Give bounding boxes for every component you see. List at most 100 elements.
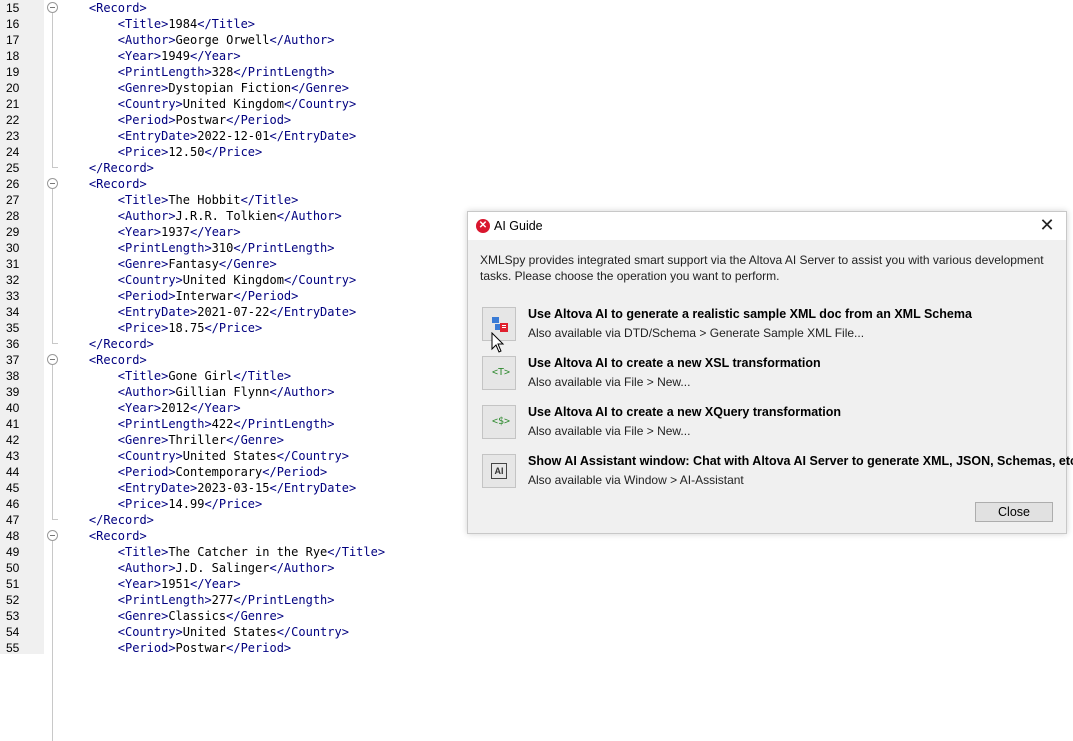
code-line[interactable]: 15 <Record> [0, 0, 1073, 16]
line-number: 42 [6, 433, 20, 447]
xml-value: The Catcher in the Rye [168, 545, 328, 559]
code-text: <Author>Gillian Flynn</Author> [118, 384, 335, 400]
line-number: 38 [6, 369, 20, 383]
code-line[interactable]: 19 <PrintLength>328</PrintLength> [0, 64, 1073, 80]
code-text: <Title>Gone Girl</Title> [118, 368, 291, 384]
code-line[interactable]: 27 <Title>The Hobbit</Title> [0, 192, 1073, 208]
op-ai-assistant[interactable]: AI Show AI Assistant window: Chat with A… [482, 454, 1073, 492]
xml-tag: </PrintLength> [233, 417, 335, 431]
xml-tag: </Genre> [226, 609, 284, 623]
code-line[interactable]: 51 <Year>1951</Year> [0, 576, 1073, 592]
xml-tag: <Country> [117, 625, 183, 639]
code-line[interactable]: 50 <Author>J.D. Salinger</Author> [0, 560, 1073, 576]
xml-tag: </Author> [269, 33, 335, 47]
code-text: <Genre>Classics</Genre> [118, 608, 284, 624]
xml-tag: </Author> [269, 385, 335, 399]
xml-tag: <Country> [117, 273, 183, 287]
line-number: 25 [6, 161, 20, 175]
line-number: 44 [6, 465, 20, 479]
line-number: 22 [6, 113, 20, 127]
xml-value: 2022-12-01 [197, 129, 270, 143]
code-line[interactable]: 18 <Year>1949</Year> [0, 48, 1073, 64]
code-line[interactable]: 54 <Country>United States</Country> [0, 624, 1073, 640]
xml-tag: <Price> [117, 497, 169, 511]
op-new-xquery[interactable]: <$> Use Altova AI to create a new XQuery… [482, 405, 1062, 443]
code-text: <Genre>Thriller</Genre> [118, 432, 284, 448]
code-line[interactable]: 24 <Price>12.50</Price> [0, 144, 1073, 160]
new-xquery-button[interactable]: <$> [482, 405, 516, 439]
xml-tag: </Country> [283, 97, 357, 111]
xml-tag: </Title> [197, 17, 256, 31]
xml-tag: </Country> [283, 273, 357, 287]
xml-value: J.D. Salinger [175, 561, 270, 575]
new-xsl-button[interactable]: <T> [482, 356, 516, 390]
xml-tag: <PrintLength> [117, 241, 212, 255]
line-number: 35 [6, 321, 20, 335]
dialog-description: XMLSpy provides integrated smart support… [480, 253, 1044, 283]
code-line[interactable]: 26 <Record> [0, 176, 1073, 192]
op-new-xsl[interactable]: <T> Use Altova AI to create a new XSL tr… [482, 356, 1062, 394]
code-text: <Period>Interwar</Period> [118, 288, 299, 304]
xml-tag: </PrintLength> [233, 65, 335, 79]
xml-value: Interwar [175, 289, 234, 303]
xml-tag: </Price> [204, 321, 263, 335]
op-generate-sample-xml[interactable]: Use Altova AI to generate a realistic sa… [482, 307, 1062, 345]
fold-toggle-icon[interactable] [47, 2, 58, 13]
op-subtitle: Also available via DTD/Schema > Generate… [528, 326, 865, 340]
code-line[interactable]: 22 <Period>Postwar</Period> [0, 112, 1073, 128]
xml-tag: <Author> [117, 561, 176, 575]
xml-tag: <Title> [117, 545, 169, 559]
xml-value: George Orwell [175, 33, 270, 47]
xml-tag: </Price> [204, 497, 263, 511]
line-number: 37 [6, 353, 20, 367]
xml-tag: </Year> [190, 49, 241, 63]
code-text: </Record> [89, 336, 154, 352]
xml-tag: <Author> [117, 209, 176, 223]
xml-tag: <Record> [88, 529, 147, 543]
code-line[interactable]: 20 <Genre>Dystopian Fiction</Genre> [0, 80, 1073, 96]
code-text: <Record> [89, 176, 147, 192]
code-line[interactable]: 53 <Genre>Classics</Genre> [0, 608, 1073, 624]
fold-toggle-icon[interactable] [47, 354, 58, 365]
xml-tag: </Year> [190, 577, 241, 591]
line-number: 18 [6, 49, 20, 63]
fold-toggle-icon[interactable] [47, 530, 58, 541]
xml-tag: <Genre> [117, 433, 169, 447]
line-number: 15 [6, 1, 20, 15]
line-number: 53 [6, 609, 20, 623]
code-text: </Record> [89, 160, 154, 176]
xml-tag: </Record> [88, 161, 154, 175]
code-text: <Author>J.D. Salinger</Author> [118, 560, 335, 576]
xml-tag: </Period> [262, 465, 328, 479]
line-number: 26 [6, 177, 20, 191]
code-text: <Genre>Dystopian Fiction</Genre> [118, 80, 349, 96]
code-line[interactable]: 21 <Country>United Kingdom</Country> [0, 96, 1073, 112]
close-icon[interactable]: ✕ [1038, 216, 1056, 234]
xml-tag: </Title> [233, 369, 292, 383]
xml-value: United Kingdom [182, 273, 284, 287]
code-line[interactable]: 23 <EntryDate>2022-12-01</EntryDate> [0, 128, 1073, 144]
xml-tag: </Period> [233, 289, 299, 303]
xml-tag: </Country> [276, 625, 349, 639]
code-line[interactable]: 52 <PrintLength>277</PrintLength> [0, 592, 1073, 608]
code-text: <Country>United Kingdom</Country> [118, 272, 356, 288]
code-text: <Period>Contemporary</Period> [118, 464, 328, 480]
fold-toggle-icon[interactable] [47, 178, 58, 189]
dialog-title: AI Guide [494, 219, 543, 233]
xml-value: Dystopian Fiction [168, 81, 292, 95]
line-number: 23 [6, 129, 20, 143]
op-title: Show AI Assistant window: Chat with Alto… [528, 454, 1073, 468]
xml-tag: <EntryDate> [117, 305, 198, 319]
fold-guide [52, 365, 53, 519]
xml-tag: </Genre> [226, 433, 284, 447]
ai-assistant-button[interactable]: AI [482, 454, 516, 488]
code-line[interactable]: 25 </Record> [0, 160, 1073, 176]
code-line[interactable]: 16 <Title>1984</Title> [0, 16, 1073, 32]
xml-tag: <PrintLength> [117, 593, 212, 607]
code-line[interactable]: 49 <Title>The Catcher in the Rye</Title> [0, 544, 1073, 560]
xml-tag: </Genre> [218, 257, 277, 271]
xml-tag: <Record> [88, 1, 147, 15]
code-text: <Country>United States</Country> [118, 448, 349, 464]
code-line[interactable]: 17 <Author>George Orwell</Author> [0, 32, 1073, 48]
close-button[interactable]: Close [975, 502, 1053, 522]
